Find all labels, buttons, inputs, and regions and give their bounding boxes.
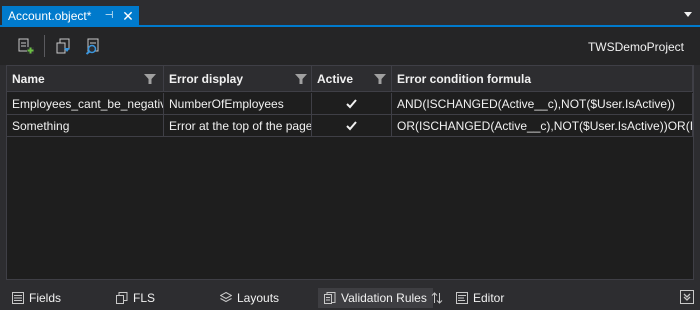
add-rule-icon (18, 38, 34, 54)
column-header-formula[interactable]: Error condition formula (392, 66, 693, 92)
column-header-label: Active (317, 72, 354, 86)
tab-validation-rules[interactable]: Validation Rules (318, 288, 433, 308)
pin-icon[interactable]: ⊣ (103, 10, 115, 22)
table-row[interactable]: Employees_cant_be_negative NumberOfEmplo… (7, 93, 693, 115)
chevron-down-icon[interactable] (683, 10, 693, 18)
column-header-active[interactable]: Active (312, 66, 392, 92)
toolbar-separator (44, 35, 45, 57)
column-header-label: Error condition formula (397, 72, 532, 86)
deploy-button[interactable] (54, 36, 74, 56)
cell-formula[interactable]: OR(ISCHANGED(Active__c),NOT($User.IsActi… (392, 115, 693, 137)
checkbox-checked-icon[interactable] (345, 97, 358, 110)
cell-error-display[interactable]: NumberOfEmployees (164, 93, 312, 115)
bottom-tab-bar: Fields FLS Layouts Validation Rules Edit… (0, 286, 700, 310)
filter-icon[interactable] (374, 73, 386, 85)
column-header-name[interactable]: Name (7, 66, 164, 92)
project-name: TWSDemoProject (587, 40, 684, 54)
table-row[interactable]: Something Error at the top of the page O… (7, 115, 693, 137)
filter-icon[interactable] (144, 73, 156, 85)
scroll-tabs-button[interactable] (680, 290, 694, 304)
validation-icon (324, 292, 336, 304)
tab-editor[interactable]: Editor (456, 288, 504, 308)
layouts-icon (220, 292, 232, 303)
editor-icon (456, 292, 468, 304)
grid-header: Name Error display Active Error conditio… (7, 66, 693, 92)
document-tab[interactable]: Account.object* ⊣ ✕ (2, 6, 139, 26)
close-icon[interactable]: ✕ (121, 9, 135, 23)
cell-formula[interactable]: AND(ISCHANGED(Active__c),NOT($User.IsAct… (392, 93, 693, 115)
tab-label: Editor (473, 291, 505, 305)
cell-name[interactable]: Employees_cant_be_negative (7, 93, 164, 115)
deploy-icon (56, 38, 70, 54)
fls-icon (116, 292, 128, 304)
filter-icon[interactable] (295, 73, 307, 85)
document-tab-title: Account.object* (8, 9, 92, 23)
cell-active[interactable] (312, 115, 392, 137)
cell-active[interactable] (312, 93, 392, 115)
sort-arrows-icon[interactable] (431, 292, 443, 304)
column-header-label: Error display (169, 72, 244, 86)
chevron-down-icon (683, 293, 691, 301)
column-header-label: Name (12, 72, 45, 86)
add-rule-button[interactable] (16, 36, 36, 56)
checkbox-checked-icon[interactable] (345, 119, 358, 132)
retrieve-icon (85, 38, 99, 55)
tab-layouts[interactable]: Layouts (220, 288, 279, 308)
tab-label: FLS (133, 291, 156, 305)
tab-fields[interactable]: Fields (12, 288, 61, 308)
validation-rules-grid: Name Error display Active Error conditio… (6, 65, 694, 280)
cell-error-display[interactable]: Error at the top of the page (164, 115, 312, 137)
list-icon (12, 292, 24, 304)
column-header-error-display[interactable]: Error display (164, 66, 312, 92)
tab-fls[interactable]: FLS (116, 288, 155, 308)
tab-label: Validation Rules (341, 291, 427, 305)
cell-name[interactable]: Something (7, 115, 164, 137)
document-tab-strip: Account.object* ⊣ ✕ (0, 0, 700, 27)
toolbar: TWSDemoProject (0, 27, 700, 65)
retrieve-button[interactable] (83, 36, 103, 56)
tab-label: Fields (29, 291, 62, 305)
tab-label: Layouts (237, 291, 280, 305)
